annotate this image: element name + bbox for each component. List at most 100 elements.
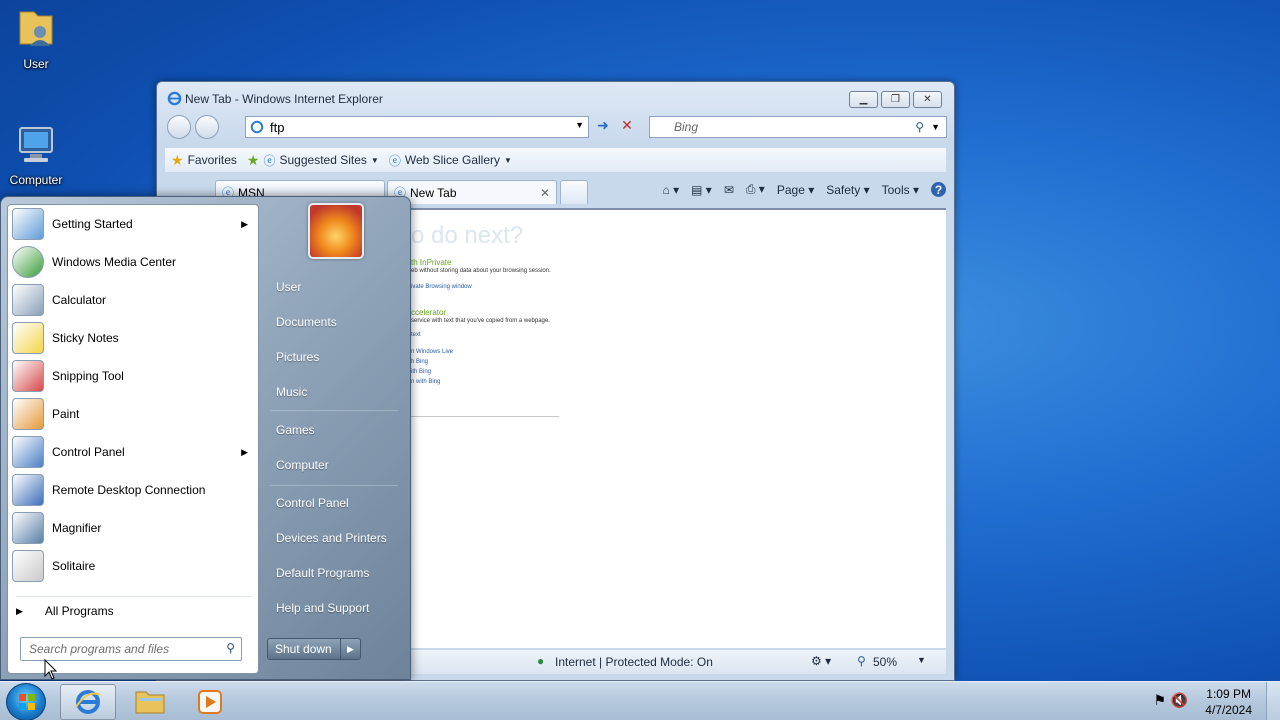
clock-time: 1:09 PM — [1206, 687, 1251, 701]
web-slice-gallery-button[interactable]: ⓔ Web Slice Gallery ▼ — [389, 152, 512, 169]
page-heading: o do next? — [411, 222, 524, 249]
divider — [16, 596, 252, 597]
program-item[interactable]: Paint — [12, 396, 256, 432]
accelerator-item[interactable]: h Bing — [411, 359, 428, 365]
minimize-button[interactable]: ▁ — [849, 91, 878, 108]
forward-button[interactable] — [195, 115, 219, 139]
protected-mode-icon[interactable]: ⚙ ▾ — [811, 654, 831, 668]
zoom-level[interactable]: 50% — [873, 655, 897, 669]
start-right-item-user[interactable]: User — [276, 280, 301, 294]
computer-icon — [19, 127, 53, 162]
page-menu-label: Page — [776, 182, 805, 197]
program-item[interactable]: Getting Started ▶ — [12, 206, 256, 242]
taskbar-media-player-button[interactable] — [182, 684, 238, 720]
submenu-arrow-icon[interactable]: ▶ — [241, 447, 248, 458]
zoom-dropdown-icon[interactable]: ▼ — [917, 655, 926, 665]
all-programs-label: All Programs — [44, 604, 114, 618]
program-label: Sticky Notes — [52, 331, 119, 345]
favorites-button[interactable]: ★ Favorites — [171, 152, 237, 169]
close-button[interactable]: ✕ — [913, 91, 942, 108]
action-center-icon[interactable]: ⚑ — [1153, 692, 1166, 709]
read-mail-icon[interactable]: ✉ — [724, 183, 734, 197]
search-dropdown-icon[interactable]: ▼ — [931, 122, 940, 132]
print-icon[interactable]: ⎙ ▾ — [746, 182, 765, 197]
program-item[interactable]: Snipping Tool — [12, 358, 256, 394]
start-right-item-control-panel[interactable]: Control Panel — [276, 496, 349, 510]
start-right-item-games[interactable]: Games — [276, 423, 315, 437]
program-item[interactable]: Calculator — [12, 282, 256, 318]
start-right-item-music[interactable]: Music — [276, 385, 307, 399]
program-item[interactable]: Windows Media Center — [12, 244, 256, 280]
start-right-item-help-and-support[interactable]: Help and Support — [276, 601, 369, 615]
start-right-item-default-programs[interactable]: Default Programs — [276, 566, 369, 580]
home-icon[interactable]: ⌂ ▾ — [663, 183, 680, 197]
stop-button[interactable]: ✕ — [617, 117, 637, 137]
ie-page-icon: ⓔ — [263, 153, 276, 168]
feeds-icon[interactable]: ▤ ▾ — [691, 183, 712, 197]
accelerator-title[interactable]: ccelerator — [411, 308, 446, 317]
help-icon[interactable]: ? — [931, 182, 946, 197]
start-right-item-computer[interactable]: Computer — [276, 458, 329, 472]
remote-desktop-icon — [12, 474, 44, 506]
clock[interactable]: 1:09 PM 4/7/2024 — [1205, 686, 1252, 718]
sticky-notes-icon — [12, 322, 44, 354]
close-icon: ✕ — [923, 94, 932, 105]
folder-icon — [135, 691, 165, 714]
desktop-icon-label: Computer — [9, 173, 63, 187]
safety-menu[interactable]: Safety ▾ — [826, 183, 869, 197]
page-menu[interactable]: Page ▾ — [777, 183, 814, 197]
control-panel-icon — [12, 436, 44, 468]
ie-logo-icon — [167, 91, 182, 106]
back-button[interactable] — [167, 115, 191, 139]
accelerator-item[interactable]: ith Bing — [411, 369, 431, 375]
inprivate-title[interactable]: th InPrivate — [411, 258, 451, 267]
accelerator-item[interactable]: n with Bing — [411, 379, 440, 385]
maximize-button[interactable]: ❐ — [881, 91, 910, 108]
user-picture[interactable] — [308, 203, 364, 259]
start-right-item-pictures[interactable]: Pictures — [276, 350, 319, 364]
chevron-down-icon: ▼ — [504, 155, 512, 165]
desktop-icon-computer[interactable]: Computer — [0, 122, 74, 187]
address-value: ftp — [270, 119, 285, 135]
program-item[interactable]: Magnifier — [12, 510, 256, 546]
search-icon[interactable]: ⚲ — [915, 120, 924, 134]
volume-muted-icon[interactable]: 🔇 — [1171, 692, 1188, 709]
start-button[interactable] — [6, 683, 46, 720]
show-desktop-button[interactable] — [1266, 682, 1280, 720]
program-label: Solitaire — [52, 559, 96, 573]
search-placeholder: Bing — [674, 120, 699, 134]
divider — [270, 485, 398, 486]
start-right-item-devices-and-printers[interactable]: Devices and Printers — [276, 531, 387, 545]
shutdown-options-icon[interactable]: ▶ — [340, 639, 360, 659]
taskbar-explorer-button[interactable] — [122, 684, 178, 720]
search-input[interactable]: Bing ⚲ ▼ — [649, 116, 947, 138]
suggested-sites-button[interactable]: ★ ⓔ Suggested Sites ▼ — [247, 152, 379, 169]
taskbar-ie-button[interactable] — [60, 684, 116, 720]
program-item[interactable]: Control Panel ▶ — [12, 434, 256, 470]
program-label: Snipping Tool — [52, 369, 124, 383]
program-item[interactable]: Remote Desktop Connection — [12, 472, 256, 508]
address-bar[interactable]: ftp ▼ — [245, 116, 589, 138]
accelerator-item[interactable]: n Windows Live — [411, 349, 453, 355]
inprivate-link[interactable]: ivate Browsing window — [411, 284, 472, 290]
close-tab-icon[interactable]: ✕ — [540, 186, 550, 200]
all-programs-button[interactable]: ▶ All Programs — [16, 601, 252, 621]
tab-new-tab[interactable]: ⓔ New Tab ✕ — [387, 180, 557, 204]
web-slice-gallery-label: Web Slice Gallery — [404, 153, 500, 167]
submenu-arrow-icon[interactable]: ▶ — [241, 219, 248, 230]
shutdown-button[interactable]: Shut down ▶ — [267, 638, 361, 660]
search-programs-input[interactable]: Search programs and files ⚲ — [20, 637, 242, 661]
start-right-item-documents[interactable]: Documents — [276, 315, 337, 329]
favorites-label: Favorites — [187, 153, 237, 167]
go-button[interactable]: ➜ — [593, 117, 613, 137]
program-item[interactable]: Sticky Notes — [12, 320, 256, 356]
address-dropdown-icon[interactable]: ▼ — [575, 120, 584, 130]
program-item[interactable]: Solitaire — [12, 548, 256, 584]
mouse-cursor-icon — [44, 659, 58, 680]
security-zone[interactable]: Internet | Protected Mode: On — [555, 655, 713, 669]
divider — [411, 416, 559, 417]
new-tab-button[interactable] — [560, 180, 588, 204]
desktop-icon-user[interactable]: User — [0, 6, 74, 71]
tools-menu[interactable]: Tools ▾ — [882, 183, 919, 197]
restore-icon: ❐ — [891, 94, 900, 105]
